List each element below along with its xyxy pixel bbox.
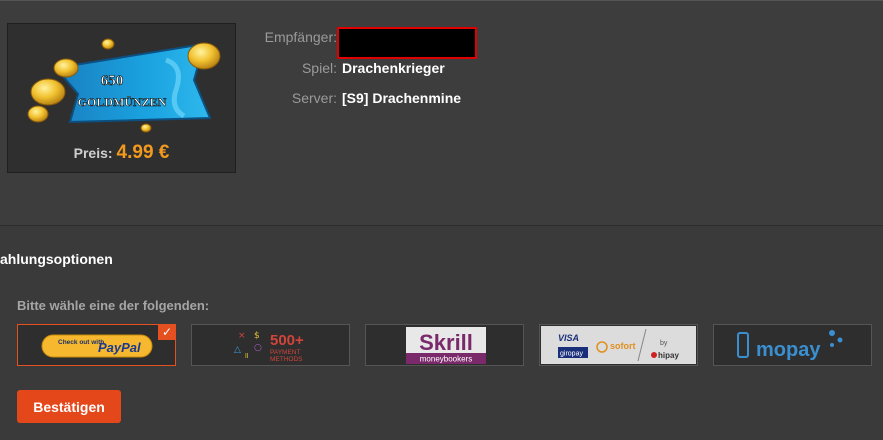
section-divider xyxy=(0,190,883,226)
order-summary-panel: 650 GOLDMÜNZEN Preis: 4.99 € Empfänger: S… xyxy=(0,0,883,191)
svg-text:○: ○ xyxy=(254,343,262,353)
coin-amount: 650 xyxy=(101,73,124,89)
price-line: Preis: 4.99 € xyxy=(8,142,235,164)
payment-option-500-methods[interactable]: × $ △ ○ ॥ 500+ PAYMENT METHODS xyxy=(191,324,350,366)
paypal-logo: Check out with PayPal xyxy=(41,334,153,358)
confirm-button[interactable]: Bestätigen xyxy=(17,390,121,423)
gold-coins-banner-image: 650 GOLDMÜNZEN xyxy=(27,38,221,133)
payment-option-paypal[interactable]: Check out with PayPal ✓ xyxy=(17,324,176,366)
payment-option-skrill[interactable]: Skrill moneybookers xyxy=(365,324,524,366)
payment-methods-logo: × $ △ ○ ॥ 500+ PAYMENT METHODS xyxy=(234,331,304,363)
mopay-logo: mopay xyxy=(737,330,843,361)
server-label: Server: xyxy=(291,90,337,106)
hipay-by: by xyxy=(660,340,668,347)
payment-prompt: Bitte wähle eine der folgenden: xyxy=(17,298,210,313)
game-value: Drachenkrieger xyxy=(342,60,445,76)
methods-line2: METHODS xyxy=(270,356,303,363)
methods-line1: PAYMENT xyxy=(270,349,300,356)
recipient-label: Empfänger: xyxy=(264,29,337,45)
hipay-giropay: giropay xyxy=(560,351,583,358)
recipient-redacted-field xyxy=(337,27,477,59)
payment-option-mopay[interactable]: mopay xyxy=(713,324,872,366)
selected-check-icon: ✓ xyxy=(158,324,176,340)
svg-text:$: $ xyxy=(254,331,260,341)
mopay-brand: mopay xyxy=(756,339,821,361)
price-value: 4.99 € xyxy=(116,142,170,163)
game-label: Spiel: xyxy=(301,60,337,76)
hipay-visa: VISA xyxy=(558,333,579,343)
methods-count: 500+ xyxy=(270,332,304,349)
server-value: [S9] Drachenmine xyxy=(342,90,462,106)
skrill-logo: Skrill moneybookers xyxy=(406,327,486,364)
svg-text:॥: ॥ xyxy=(244,351,249,360)
hipay-brand: hipay xyxy=(658,351,679,360)
price-label: Preis: xyxy=(73,145,113,161)
skrill-sub: moneybookers xyxy=(420,355,472,364)
payment-option-hipay[interactable]: VISA giropay sofort by hipay xyxy=(539,324,698,366)
svg-text:△: △ xyxy=(234,345,241,355)
skrill-brand: Skrill xyxy=(419,330,473,355)
payment-options-title: ahlungsoptionen xyxy=(0,251,113,267)
svg-text:×: × xyxy=(238,331,246,341)
hipay-logo: VISA giropay sofort by hipay xyxy=(541,326,696,364)
paypal-brand: PayPal xyxy=(98,340,141,355)
hipay-sofort: sofort xyxy=(610,341,636,351)
